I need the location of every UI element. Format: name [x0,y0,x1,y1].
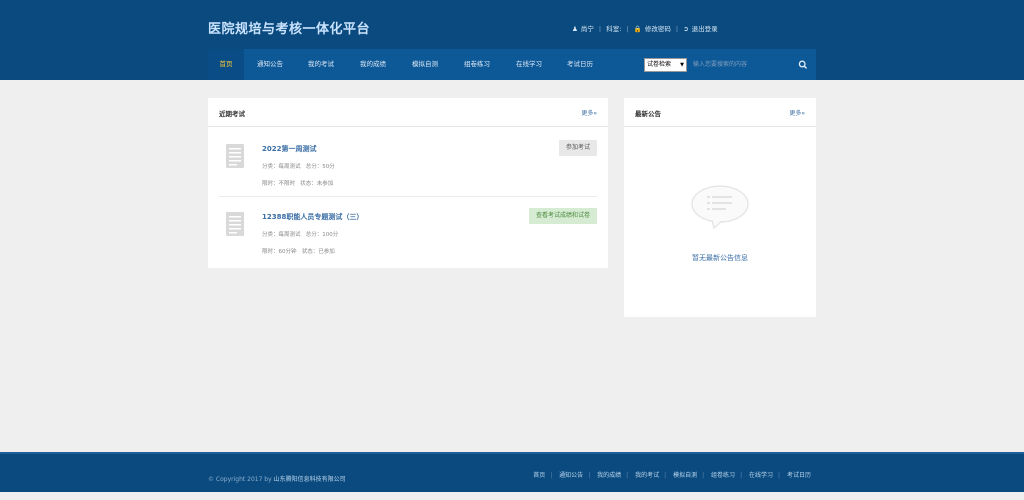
panel-title: 近期考试 [219,110,245,118]
logout-link[interactable]: 退出登录 [692,25,718,33]
site-title: 医院规培与考核一体化平台 [208,22,371,37]
footer-link-home[interactable]: 首页 [533,472,545,479]
search-type-select[interactable]: 试卷检索 ▼ [644,58,687,72]
main-nav: 首页 通知公告 我的考试 我的成绩 模拟自测 组卷练习 在线学习 考试日历 试卷… [208,49,816,80]
exam-title[interactable]: 12388职能人员专题测试（三） [262,212,363,222]
announcements-panel: 最新公告 更多» 暂无最新公告信息 [624,98,816,317]
department-label: 科室: [606,25,622,33]
nav-item-practice[interactable]: 组卷练习 [456,49,498,80]
exam-title[interactable]: 2022第一周测试 [262,144,316,154]
nav-item-mock-test[interactable]: 模拟自测 [404,49,446,80]
footer-link-scores[interactable]: 我的成绩 [597,472,621,479]
footer-link-practice[interactable]: 组卷练习 [711,472,735,479]
logout-icon: ➲ [683,25,689,33]
exam-info: 限时：不限时 状态：未参加 [262,181,334,187]
document-icon [226,144,244,168]
nav-item-notices[interactable]: 通知公告 [249,49,291,80]
empty-message-icon [691,185,749,230]
search-input[interactable]: 输入您要搜索的内容 [688,58,816,72]
change-password-link[interactable]: 修改密码 [645,25,671,33]
nav-item-my-exams[interactable]: 我的考试 [300,49,342,80]
nav-item-home[interactable]: 首页 [208,49,244,80]
company-name: 山东腾阳信息科技有限公司 [273,476,346,483]
exam-info: 限时：60分钟 状态：已参加 [262,249,335,255]
site-footer: © Copyright 2017 by 山东腾阳信息科技有限公司 首页 | 通知公… [0,452,1024,492]
document-icon [226,212,244,236]
more-link[interactable]: 更多» [789,108,805,117]
join-exam-button[interactable]: 参加考试 [558,140,597,156]
search-icon[interactable] [798,59,808,71]
copyright: © Copyright 2017 by 山东腾阳信息科技有限公司 [208,476,346,483]
nav-item-online-learning[interactable]: 在线学习 [508,49,550,80]
panel-title: 最新公告 [635,110,661,118]
footer-link-notices[interactable]: 通知公告 [559,472,583,479]
username[interactable]: 尚宁 [581,25,594,33]
user-icon: ♟ [572,25,578,33]
user-bar: ♟ 尚宁 | 科室: | 🔒 修改密码 | ➲ 退出登录 [572,25,718,33]
footer-link-learning[interactable]: 在线学习 [749,472,773,479]
lock-icon: 🔒 [633,25,642,33]
chevron-down-icon: ▼ [680,62,684,68]
list-item: 2022第一周测试 分类：每周测试 总分：50分 限时：不限时 状态：未参加 参… [219,128,597,196]
more-link[interactable]: 更多» [581,108,597,117]
empty-state-text: 暂无最新公告信息 [692,254,748,262]
exam-info: 分类：每周测试 总分：50分 [262,164,335,170]
exam-info: 分类：每周测试 总分：100分 [262,232,339,238]
footer-link-exams[interactable]: 我的考试 [635,472,659,479]
recent-exams-panel: 近期考试 更多» 2022第一周测试 分类：每周测试 总分：50分 限时：不限时… [208,98,608,268]
nav-item-my-scores[interactable]: 我的成绩 [352,49,394,80]
footer-link-mock-test[interactable]: 模拟自测 [673,472,697,479]
nav-item-exam-calendar[interactable]: 考试日历 [559,49,601,80]
footer-link-calendar[interactable]: 考试日历 [787,472,811,479]
footer-links: 首页 | 通知公告 | 我的成绩 | 我的考试 | 模拟自测 | 组卷练习 | 在线学习 | … [533,472,811,479]
list-item: 12388职能人员专题测试（三） 分类：每周测试 总分：100分 限时：60分钟… [219,196,597,264]
view-results-button[interactable]: 查看考试成绩和试卷 [528,208,597,224]
